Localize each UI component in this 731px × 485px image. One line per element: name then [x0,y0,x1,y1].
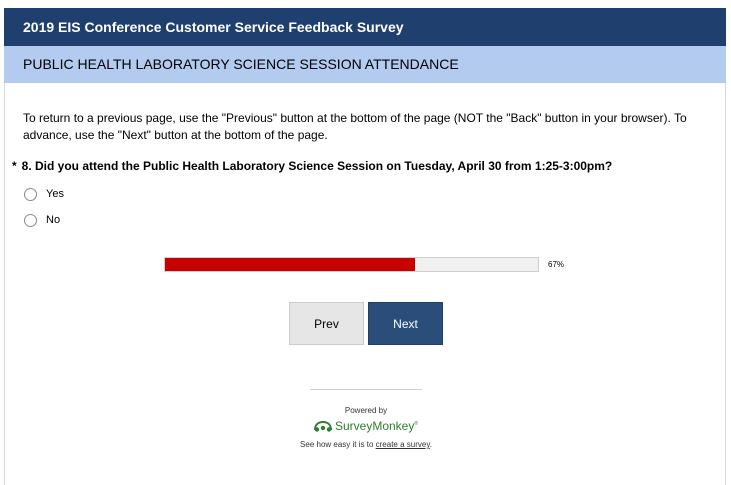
footer-divider [310,389,422,390]
powered-by-text: Powered by [344,406,388,415]
required-marker: * [12,159,17,173]
question-title: * 8. Did you attend the Public Health Lab… [12,159,712,173]
option-label-yes: Yes [46,188,64,200]
brand-name: SurveyMonkey® [334,419,419,433]
progress-percent: 67% [548,260,565,269]
progress-bar [164,257,539,272]
surveymonkey-logo-icon [313,420,332,432]
surveymonkey-logo[interactable]: SurveyMonkey® [306,416,426,436]
instructions-text: To return to a previous page, use the "P… [23,111,687,142]
progress-fill [165,258,415,271]
option-yes[interactable]: Yes [24,186,64,202]
create-survey-link[interactable]: create a survey [376,440,430,449]
next-button[interactable]: Next [368,302,443,345]
page-title: PUBLIC HEALTH LABORATORY SCIENCE SESSION… [4,46,726,83]
footer-tagline: See how easy it is to create a survey. [300,440,432,449]
option-no[interactable]: No [24,212,60,228]
radio-yes[interactable] [24,187,37,201]
radio-no[interactable] [24,213,37,227]
prev-button[interactable]: Prev [289,302,364,345]
question-text: 8. Did you attend the Public Health Labo… [21,159,613,173]
survey-title: 2019 EIS Conference Customer Service Fee… [4,8,726,46]
option-label-no: No [46,214,61,226]
